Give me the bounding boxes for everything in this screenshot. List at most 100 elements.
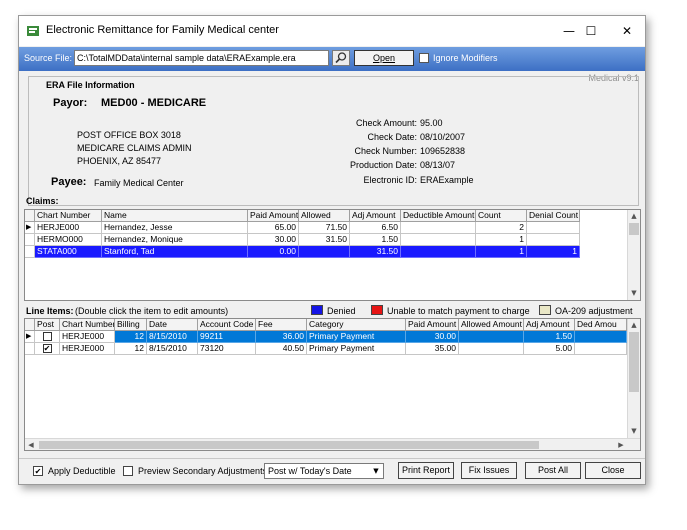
preview-secondary-checkbox[interactable]: [123, 466, 133, 476]
line-fee: 40.50: [256, 343, 307, 355]
line-allowed-amount: [459, 331, 524, 343]
column-header[interactable]: Count: [476, 210, 527, 222]
payee-label: Payee:: [51, 176, 87, 188]
chevron-down-icon[interactable]: ▼: [370, 465, 382, 477]
maximize-button[interactable]: ☐: [581, 22, 601, 40]
minimize-button[interactable]: —: [559, 22, 579, 40]
column-header[interactable]: Billing: [115, 319, 147, 331]
line-date: 8/15/2010: [147, 343, 198, 355]
open-button[interactable]: Open: [354, 50, 414, 66]
line-adj-amount: 1.50: [524, 331, 575, 343]
column-header[interactable]: Allowed Amount: [459, 319, 524, 331]
line-items-label: Line Items:: [26, 306, 74, 316]
electronic-id-value: ERAExample: [420, 175, 474, 185]
close-button[interactable]: Close: [585, 462, 641, 479]
column-header[interactable]: Paid Amount: [406, 319, 459, 331]
title-bar: Electronic Remittance for Family Medical…: [19, 16, 645, 46]
post-checkbox[interactable]: ✔: [42, 332, 52, 341]
line-items-horizontal-scrollbar[interactable]: ◀ ▶: [25, 438, 640, 450]
claim-deductible: [401, 246, 476, 258]
claim-paid-amount: 0.00: [248, 246, 299, 258]
payor-value: MED00 - MEDICARE: [101, 97, 207, 109]
line-fee: 36.00: [256, 331, 307, 343]
column-header[interactable]: Category: [307, 319, 406, 331]
post-all-button[interactable]: Post All: [525, 462, 581, 479]
browse-button[interactable]: [332, 50, 350, 66]
column-header[interactable]: Fee: [256, 319, 307, 331]
claim-paid-amount: 30.00: [248, 234, 299, 246]
scroll-down-icon[interactable]: ▼: [628, 425, 640, 437]
row-selector: [25, 246, 35, 258]
column-header[interactable]: Adj Amount: [524, 319, 575, 331]
payee-value: Family Medical Center: [94, 178, 184, 188]
line-ded-amount: [575, 331, 627, 343]
scroll-thumb[interactable]: [629, 332, 639, 392]
column-header[interactable]: Paid Amount: [248, 210, 299, 222]
claim-count: 1: [476, 246, 527, 258]
scroll-thumb[interactable]: [39, 441, 539, 449]
claim-adj-amount: 31.50: [350, 246, 401, 258]
line-category: Primary Payment: [307, 343, 406, 355]
oa209-color-swatch: [539, 305, 551, 315]
line-account-code: 99211: [198, 331, 256, 343]
magnifier-icon: [335, 52, 347, 64]
column-header[interactable]: Allowed: [299, 210, 350, 222]
claims-vertical-scrollbar[interactable]: ▲ ▼: [627, 210, 640, 300]
column-header[interactable]: Account Code: [198, 319, 256, 331]
scroll-up-icon[interactable]: ▲: [628, 319, 640, 331]
row-selector-header: [25, 319, 35, 331]
column-header[interactable]: Adj Amount: [350, 210, 401, 222]
column-header[interactable]: Post: [35, 319, 60, 331]
column-header[interactable]: Denial Count: [527, 210, 580, 222]
scroll-thumb[interactable]: [629, 223, 639, 235]
close-window-button[interactable]: ✕: [617, 22, 637, 40]
check-date-value: 08/10/2007: [420, 132, 466, 142]
column-header[interactable]: Name: [102, 210, 248, 222]
claim-chart-number: STATA000: [35, 246, 102, 258]
app-icon: [27, 26, 39, 36]
line-billing: 12: [115, 343, 147, 355]
electronic-id-label: Electronic ID:: [363, 175, 417, 185]
post-date-select[interactable]: Post w/ Today's Date ▼: [264, 463, 384, 479]
claim-allowed: 31.50: [299, 234, 350, 246]
line-chart-number: HERJE000: [60, 343, 115, 355]
post-checkbox[interactable]: ✔: [42, 344, 52, 353]
denied-legend-label: Denied: [327, 306, 356, 316]
check-date-label: Check Date:: [367, 132, 417, 142]
claims-grid[interactable]: Chart Number Name Paid Amount Allowed Ad…: [24, 209, 641, 301]
line-adj-amount: 5.00: [524, 343, 575, 355]
apply-deductible-checkbox[interactable]: ✔: [33, 466, 43, 476]
scroll-left-icon[interactable]: ◀: [25, 439, 37, 450]
line-items-hint: (Double click the item to edit amounts): [75, 306, 229, 316]
claims-label: Claims:: [26, 196, 59, 206]
source-file-input[interactable]: C:\TotalMDData\internal sample data\ERAE…: [74, 50, 329, 66]
column-header[interactable]: Ded Amou: [575, 319, 627, 331]
claim-name: Stanford, Tad: [102, 246, 248, 258]
column-header[interactable]: Date: [147, 319, 198, 331]
line-items-grid[interactable]: Post Chart Number Billing Date Account C…: [24, 318, 641, 451]
production-date-label: Production Date:: [349, 160, 417, 170]
row-selector-header: [25, 210, 35, 222]
source-file-bar: Source File: C:\TotalMDData\internal sam…: [19, 47, 645, 71]
check-number-label: Check Number:: [354, 146, 417, 156]
claim-name: Hernandez, Jesse: [102, 222, 248, 234]
scroll-right-icon[interactable]: ▶: [615, 439, 627, 450]
scroll-up-icon[interactable]: ▲: [628, 210, 640, 222]
print-report-button[interactable]: Print Report: [398, 462, 454, 479]
payor-label: Payor:: [53, 97, 88, 109]
line-items-vertical-scrollbar[interactable]: ▲ ▼: [627, 319, 640, 438]
row-pointer-icon: ▶: [25, 222, 35, 234]
open-button-label: Open: [372, 53, 396, 63]
column-header[interactable]: Deductible Amount: [401, 210, 476, 222]
column-header[interactable]: Chart Number: [35, 210, 102, 222]
scroll-down-icon[interactable]: ▼: [628, 287, 640, 299]
fix-issues-button[interactable]: Fix Issues: [461, 462, 517, 479]
footer-divider: [19, 458, 645, 459]
check-number-value: 109652838: [420, 146, 466, 156]
ignore-modifiers-checkbox[interactable]: [419, 53, 429, 63]
source-file-label: Source File:: [24, 53, 73, 63]
row-selector: [25, 343, 35, 355]
column-header[interactable]: Chart Number: [60, 319, 115, 331]
check-amount-label: Check Amount:: [355, 118, 417, 128]
line-account-code: 73120: [198, 343, 256, 355]
